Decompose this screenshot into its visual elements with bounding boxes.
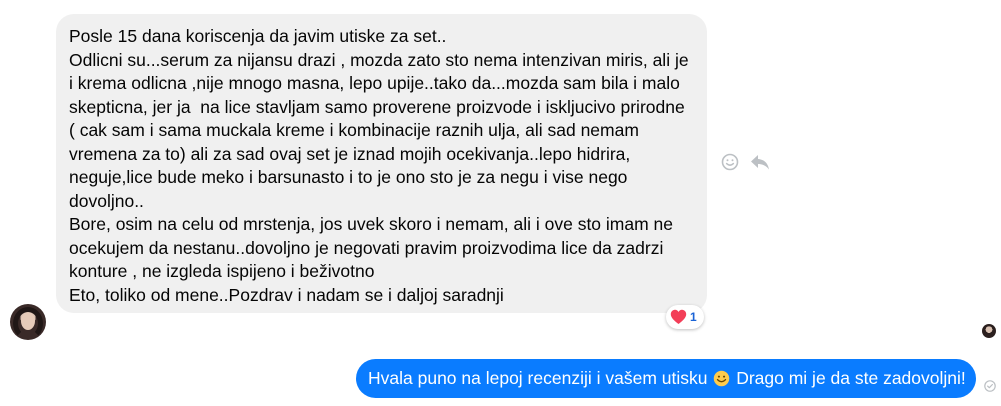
reaction-count: 1 (690, 310, 697, 324)
message-line: neguje,lice bude meko i barsunasto i to … (69, 167, 628, 187)
sent-check-icon (984, 380, 996, 392)
smiley-icon[interactable] (719, 151, 741, 173)
incoming-message-bubble[interactable]: Posle 15 dana koriscenja da javim utiske… (56, 14, 707, 313)
message-line: Odlicni su...serum za nijansu drazi , mo… (69, 49, 689, 70)
reaction-badge[interactable]: 1 (666, 305, 704, 329)
message-line: konture , ne izgleda ispijeno i beživotn… (69, 261, 375, 281)
message-line: Posle 15 dana koriscenja da javim utiske… (69, 26, 447, 46)
message-line: ( cak sam i sama muckala kreme i kombina… (69, 120, 639, 140)
message-line: i krema odlicna ,nije mnogo masna, lepo … (69, 73, 680, 93)
heart-icon (670, 309, 687, 324)
reply-arrow-icon[interactable] (749, 151, 771, 173)
outgoing-text-part: Hvala puno na lepoj recenziji i vašem ut… (368, 368, 713, 388)
message-line: dovoljno.. (69, 190, 144, 211)
message-line: Bore, osim na celu od mrstenja, jos uvek… (69, 214, 673, 234)
sender-avatar[interactable] (10, 304, 46, 340)
message-line: ocekujem da nestanu..dovoljno je negovat… (69, 237, 664, 258)
message-actions (719, 151, 771, 173)
seen-avatar (982, 324, 996, 338)
smiling-face-icon (714, 370, 730, 387)
message-line: skepticna, jer ja na lice stavljam samo … (69, 96, 685, 117)
message-line: Eto, toliko od mene..Pozdrav i nadam se … (69, 284, 504, 305)
message-line: vremena za to) ali za sad ovaj set je iz… (69, 143, 631, 164)
outgoing-text-part: Drago mi je da ste zadovoljni! (731, 368, 966, 388)
outgoing-text: Hvala puno na lepoj recenziji i vašem ut… (368, 368, 966, 389)
avatar-hair (13, 307, 43, 340)
outgoing-message-bubble[interactable]: Hvala puno na lepoj recenziji i vašem ut… (356, 359, 976, 398)
